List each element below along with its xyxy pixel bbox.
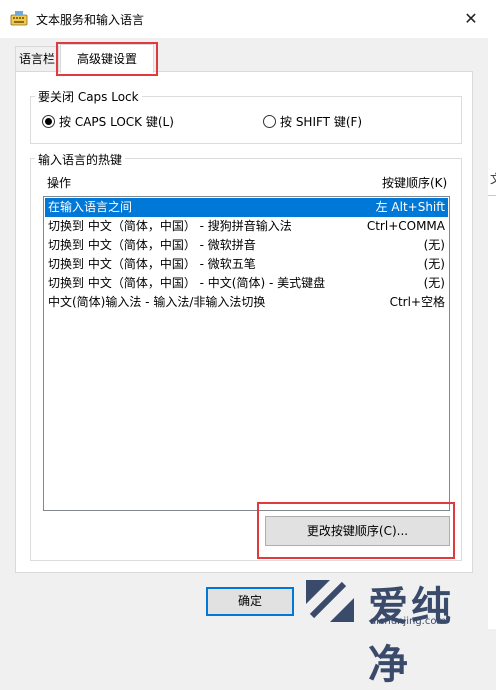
ok-button[interactable]: 确定 [206,587,294,616]
radio-shift-key[interactable]: 按 SHIFT 键(F) [263,113,362,130]
hotkey-keys: (无) [423,276,445,290]
column-header-action: 操作 [47,176,72,190]
dialog-window: 文本服务和输入语言 ✕ 语言栏 高级键设置 要关闭 Caps Lock 按 CA… [0,0,489,688]
watermark: 爱纯净 aichunjing.com [300,572,488,688]
watermark-text: 爱纯净 [368,584,454,688]
hotkey-keys: (无) [423,238,445,252]
hotkey-keys: 左 Alt+Shift [375,200,445,214]
window-title: 文本服务和输入语言 [36,13,145,27]
list-item[interactable]: 切换到 中文（简体，中国） - 中文(简体) - 美式键盘 (无) [45,274,448,293]
caps-lock-group-title: 要关闭 Caps Lock [35,88,142,105]
hotkey-action: 切换到 中文（简体，中国） - 中文(简体) - 美式键盘 [48,276,326,290]
radio-selected-icon [42,115,55,128]
radio-caps-lock-key-label: 按 CAPS LOCK 键(L) [59,115,174,129]
radio-shift-key-label: 按 SHIFT 键(F) [280,115,363,129]
hotkey-keys: Ctrl+COMMA [366,219,445,233]
list-item[interactable]: 切换到 中文（简体，中国） - 搜狗拼音输入法 Ctrl+COMMA [45,217,448,236]
hotkey-list[interactable]: 在输入语言之间 左 Alt+Shift 切换到 中文（简体，中国） - 搜狗拼音… [43,196,450,511]
list-item[interactable]: 在输入语言之间 左 Alt+Shift [45,198,448,217]
hotkeys-group-title: 输入语言的热键 [35,151,126,168]
watermark-url: aichunjing.com [370,616,447,627]
close-icon[interactable]: ✕ [457,7,485,31]
list-item[interactable]: 切换到 中文（简体，中国） - 微软拼音 (无) [45,236,448,255]
radio-unselected-icon [263,115,276,128]
hotkey-action: 切换到 中文（简体，中国） - 搜狗拼音输入法 [48,219,292,233]
title-bar: 文本服务和输入语言 ✕ [0,0,488,38]
tab-advanced-key-settings[interactable]: 高级键设置 [60,44,154,73]
radio-caps-lock-key[interactable]: 按 CAPS LOCK 键(L) [42,113,174,130]
hotkey-action: 切换到 中文（简体，中国） - 微软五笔 [48,257,256,271]
column-header-key-sequence: 按键顺序(K) [382,176,448,190]
change-key-sequence-button[interactable]: 更改按键顺序(C)... [265,516,450,546]
background-text-sliver: 文 [490,170,496,187]
background-window-edge: 文 [488,0,496,629]
hotkey-keys: (无) [423,257,445,271]
list-item[interactable]: 中文(简体)输入法 - 输入法/非输入法切换 Ctrl+空格 [45,293,448,312]
hotkey-action: 中文(简体)输入法 - 输入法/非输入法切换 [48,295,266,309]
list-item[interactable]: 切换到 中文（简体，中国） - 微软五笔 (无) [45,255,448,274]
tab-language-bar[interactable]: 语言栏 [15,46,59,71]
hotkey-action: 在输入语言之间 [48,200,133,214]
watermark-logo-icon [306,580,354,622]
background-divider [488,195,496,196]
keyboard-app-icon [10,11,28,26]
hotkey-keys: Ctrl+空格 [389,295,445,309]
hotkey-action: 切换到 中文（简体，中国） - 微软拼音 [48,238,256,252]
